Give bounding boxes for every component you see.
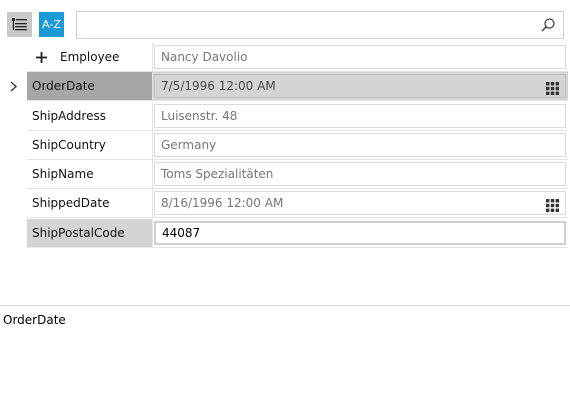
property-name-label: ShipName [32,167,94,181]
chevron-right-icon [10,81,17,92]
property-name-label: OrderDate [32,79,95,93]
property-value-text: 44087 [162,226,201,240]
calendar-grid-icon[interactable] [546,82,559,95]
property-value-text: 7/5/1996 12:00 AM [161,79,276,93]
property-name: ShippedDate [27,189,153,218]
property-name: Employee [27,43,153,72]
property-value-text: Toms Spezialitäten [161,167,274,181]
employee-value[interactable]: Nancy Davolio [154,45,566,69]
alphabetical-sort-button[interactable]: A-Z [39,12,64,37]
property-name-label: ShipPostalCode [32,226,125,240]
property-row-shipcountry[interactable]: ShipCountry Germany [0,131,570,160]
orderdate-value[interactable]: 7/5/1996 12:00 AM [154,74,566,98]
search-icon[interactable] [541,18,555,32]
property-name-label: Employee [60,50,120,64]
search-input[interactable] [77,12,532,38]
property-name: OrderDate [27,72,153,101]
categorized-list-icon [12,18,27,31]
property-name-label: ShippedDate [32,196,110,210]
property-name-label: ShipAddress [32,109,106,123]
shipcountry-value[interactable]: Germany [154,133,566,157]
property-value-text: Germany [161,138,217,152]
property-row-shippostalcode[interactable]: ShipPostalCode 44087 [0,219,570,248]
property-row-shipname[interactable]: ShipName Toms Spezialitäten [0,160,570,189]
property-value-text: 8/16/1996 12:00 AM [161,196,284,210]
property-row-shipaddress[interactable]: ShipAddress Luisenstr. 48 [0,102,570,131]
property-value-cell: Toms Spezialitäten [153,160,568,189]
property-name: ShipPostalCode [27,219,153,248]
property-value-cell: Nancy Davolio [153,43,568,72]
az-label: A-Z [42,18,61,31]
property-name: ShipAddress [27,102,153,131]
shippostalcode-input[interactable]: 44087 [154,221,566,245]
property-value-cell: 44087 [153,219,568,248]
description-title: OrderDate [3,313,66,327]
toolbar: A-Z [0,0,570,40]
property-value-text: Nancy Davolio [161,50,248,64]
property-value-cell: 7/5/1996 12:00 AM [153,72,568,101]
description-divider [0,305,570,306]
expand-plus-icon[interactable] [36,51,47,63]
property-row-employee[interactable]: Employee Nancy Davolio [0,43,570,72]
property-name-label: ShipCountry [32,138,106,152]
categorized-view-button[interactable] [7,12,32,37]
property-value-text: Luisenstr. 48 [161,109,238,123]
property-name: ShipCountry [27,131,153,160]
property-value-cell: Germany [153,131,568,160]
search-box[interactable] [76,11,564,39]
property-row-shippeddate[interactable]: ShippedDate 8/16/1996 12:00 AM [0,189,570,218]
property-value-cell: Luisenstr. 48 [153,102,568,131]
shipname-value[interactable]: Toms Spezialitäten [154,162,566,186]
property-value-cell: 8/16/1996 12:00 AM [153,189,568,218]
shippeddate-value[interactable]: 8/16/1996 12:00 AM [154,191,566,215]
property-row-orderdate[interactable]: OrderDate 7/5/1996 12:00 AM [0,72,570,101]
shipaddress-value[interactable]: Luisenstr. 48 [154,104,566,128]
row-indicator [0,72,27,101]
property-name: ShipName [27,160,153,189]
calendar-grid-icon[interactable] [546,199,559,212]
